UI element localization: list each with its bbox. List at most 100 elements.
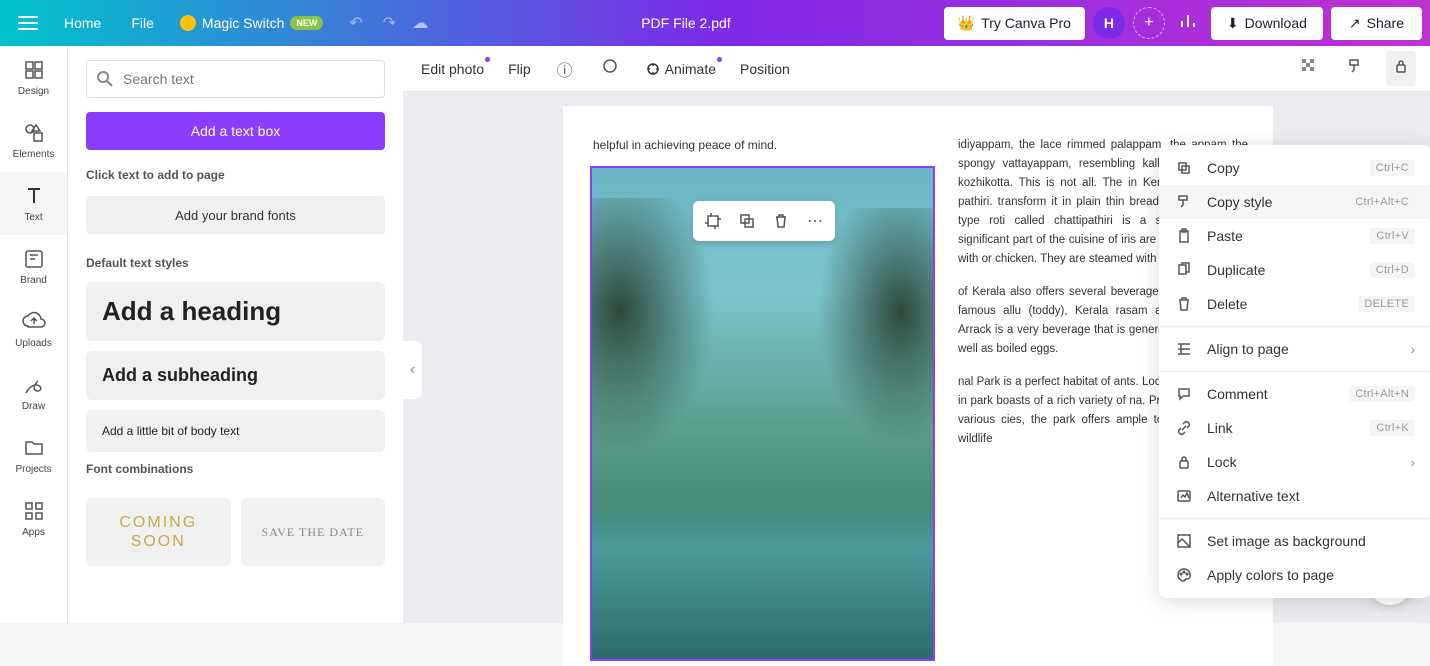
analytics-icon[interactable]	[1173, 6, 1203, 41]
ctx-duplicate[interactable]: Duplicate Ctrl+D	[1159, 253, 1430, 287]
ctx-comment-label: Comment	[1207, 386, 1335, 402]
paint-roller-icon	[1175, 194, 1193, 210]
add-subheading-button[interactable]: Add a subheading	[86, 351, 385, 400]
sidebar-apps[interactable]: Apps	[0, 487, 67, 550]
ctx-copy-style[interactable]: Copy style Ctrl+Alt+C	[1159, 185, 1430, 219]
document-title[interactable]: PDF File 2.pdf	[432, 15, 940, 31]
duplicate-icon	[1175, 262, 1193, 278]
sidebar-projects-label: Projects	[15, 464, 51, 475]
ctx-delete-label: Delete	[1207, 296, 1344, 312]
ctx-set-background[interactable]: Set image as background	[1159, 524, 1430, 558]
trash-icon	[1175, 296, 1193, 312]
redo-button[interactable]: ↷	[377, 7, 402, 39]
sidebar-brand-label: Brand	[20, 275, 47, 286]
ctx-align-label: Align to page	[1207, 341, 1396, 357]
info-button[interactable]: ⓘ	[551, 51, 579, 87]
add-body-text-button[interactable]: Add a little bit of body text	[86, 410, 385, 452]
water-decoration	[592, 499, 933, 659]
ctx-align[interactable]: Align to page ›	[1159, 332, 1430, 366]
transparency-button[interactable]	[1294, 51, 1324, 86]
canvas-area: Edit photo Flip ⓘ Animate Position	[403, 46, 1430, 623]
combo-save-date-text: SAVE THE DATE	[261, 525, 364, 540]
background-icon	[1175, 533, 1193, 549]
new-badge: NEW	[290, 16, 323, 30]
copy-icon	[1175, 160, 1193, 176]
elements-icon	[22, 121, 46, 145]
cloud-sync-icon[interactable]: ☁	[412, 13, 428, 33]
ctx-duplicate-shortcut: Ctrl+D	[1370, 262, 1415, 278]
chevron-right-icon: ›	[1410, 454, 1415, 470]
sidebar-brand[interactable]: Brand	[0, 235, 67, 298]
ctx-lock[interactable]: Lock ›	[1159, 445, 1430, 479]
user-avatar[interactable]: H	[1093, 7, 1125, 39]
sidebar-projects[interactable]: Projects	[0, 424, 67, 487]
sidebar-apps-label: Apps	[22, 527, 45, 538]
animate-button[interactable]: Animate	[641, 55, 720, 83]
undo-button[interactable]: ↶	[343, 7, 368, 39]
topbar-right: 👑 Try Canva Pro H + ⬇ Download ↗ Share	[944, 6, 1422, 41]
align-icon	[1175, 341, 1193, 357]
magic-switch-button[interactable]: Magic Switch NEW	[170, 9, 333, 37]
combo-coming-soon[interactable]: COMINGSOON	[86, 498, 231, 566]
ctx-copy[interactable]: Copy Ctrl+C	[1159, 151, 1430, 185]
file-menu[interactable]: File	[117, 7, 168, 39]
delete-icon-button[interactable]	[765, 205, 797, 237]
lock-button[interactable]	[1386, 51, 1416, 86]
sidebar-elements[interactable]: Elements	[0, 109, 67, 172]
design-icon	[22, 58, 46, 82]
sidebar-draw[interactable]: Draw	[0, 361, 67, 424]
animate-icon	[645, 61, 661, 77]
crop-button[interactable]	[697, 205, 729, 237]
ctx-copy-shortcut: Ctrl+C	[1370, 160, 1415, 176]
comment-icon	[1175, 386, 1193, 402]
try-pro-button[interactable]: 👑 Try Canva Pro	[944, 7, 1085, 40]
ctx-delete[interactable]: Delete DELETE	[1159, 287, 1430, 321]
share-label: Share	[1367, 15, 1404, 31]
ctx-link-shortcut: Ctrl+K	[1370, 420, 1415, 436]
ctx-apply-colors[interactable]: Apply colors to page	[1159, 558, 1430, 592]
history-controls: ↶ ↷	[343, 7, 402, 39]
topbar-left: Home File Magic Switch NEW ↶ ↷ ☁	[8, 7, 428, 39]
home-link[interactable]: Home	[50, 7, 115, 39]
search-input[interactable]	[86, 60, 385, 98]
ctx-link[interactable]: Link Ctrl+K	[1159, 411, 1430, 445]
share-button[interactable]: ↗ Share	[1331, 7, 1422, 40]
duplicate-icon-button[interactable]	[731, 205, 763, 237]
projects-icon	[22, 436, 46, 460]
more-button[interactable]: ⋯	[799, 205, 831, 237]
hamburger-icon	[18, 16, 38, 30]
add-text-box-button[interactable]: Add a text box	[86, 112, 385, 150]
edit-photo-button[interactable]: Edit photo	[417, 55, 488, 83]
effects-button[interactable]	[595, 51, 625, 86]
copy-style-icon-button[interactable]	[1340, 51, 1370, 86]
ctx-separator	[1159, 371, 1430, 372]
ctx-paste-shortcut: Ctrl+V	[1370, 228, 1415, 244]
flip-button[interactable]: Flip	[504, 55, 535, 83]
crown-icon: 👑	[958, 15, 975, 32]
combo-save-date[interactable]: SAVE THE DATE	[241, 498, 386, 566]
chevron-right-icon: ›	[1410, 341, 1415, 357]
sidebar-design[interactable]: Design	[0, 46, 67, 109]
add-collaborator-button[interactable]: +	[1133, 7, 1165, 39]
paste-icon	[1175, 228, 1193, 244]
ctx-paste[interactable]: Paste Ctrl+V	[1159, 219, 1430, 253]
ctx-link-label: Link	[1207, 420, 1356, 436]
default-styles-header: Default text styles	[86, 256, 385, 270]
ctx-comment[interactable]: Comment Ctrl+Alt+N	[1159, 377, 1430, 411]
download-button[interactable]: ⬇ Download	[1211, 7, 1323, 40]
sidebar-uploads[interactable]: Uploads	[0, 298, 67, 361]
new-indicator-dot	[485, 57, 490, 62]
palette-icon	[1175, 567, 1193, 583]
ctx-alt-text[interactable]: Alternative text	[1159, 479, 1430, 513]
ctx-paste-label: Paste	[1207, 228, 1356, 244]
brand-fonts-button[interactable]: Add your brand fonts	[86, 196, 385, 234]
position-button[interactable]: Position	[736, 55, 794, 83]
hide-panel-tab[interactable]: ‹	[403, 340, 423, 400]
search-wrap	[86, 60, 385, 98]
sidebar-text[interactable]: Text	[0, 172, 67, 235]
menu-button[interactable]	[8, 7, 48, 39]
ctx-set-bg-label: Set image as background	[1207, 533, 1415, 549]
add-heading-button[interactable]: Add a heading	[86, 282, 385, 341]
icon-sidebar: Design Elements Text Brand Uploads Draw …	[0, 46, 68, 623]
share-icon: ↗	[1349, 15, 1361, 32]
